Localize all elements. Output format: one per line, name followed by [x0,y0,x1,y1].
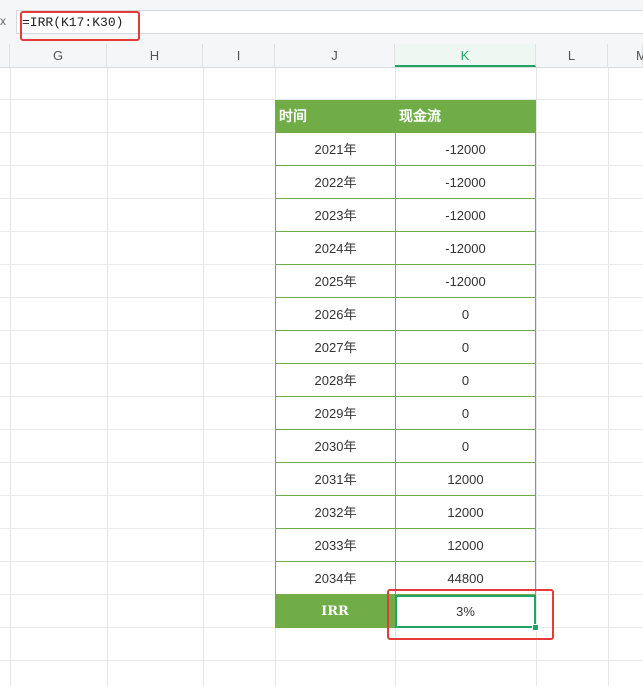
column-header-m[interactable]: M [608,44,643,67]
table-cell-cashflow[interactable]: 0 [395,397,536,430]
table-cell-year[interactable]: 2034年 [275,562,395,595]
table-cell-year[interactable]: 2029年 [275,397,395,430]
table-cell-year[interactable]: 2026年 [275,298,395,331]
column-header-i[interactable]: I [203,44,275,67]
column-header-k[interactable]: K [395,44,536,67]
formula-highlight-box [20,11,140,41]
column-header-h[interactable]: H [107,44,203,67]
column-header-left-stub [0,44,10,67]
table-cell-year[interactable]: 2030年 [275,430,395,463]
table-cell-cashflow[interactable]: -12000 [395,133,536,166]
table-cell-cashflow[interactable]: 0 [395,298,536,331]
table-cell-year[interactable]: 2032年 [275,496,395,529]
table-header-time[interactable]: 时间 [275,100,395,133]
table-cell-year[interactable]: 2028年 [275,364,395,397]
irr-highlight-box [387,589,554,640]
table-cell-cashflow[interactable]: 0 [395,364,536,397]
table-cell-year[interactable]: 2027年 [275,331,395,364]
table-cell-cashflow[interactable]: -12000 [395,232,536,265]
table-cell-year[interactable]: 2024年 [275,232,395,265]
table-cell-year[interactable]: 2033年 [275,529,395,562]
fx-label: x [0,14,6,28]
table-cell-cashflow[interactable]: 12000 [395,529,536,562]
column-header-j[interactable]: J [275,44,395,67]
table-header-cashflow[interactable]: 现金流 [395,100,536,133]
table-cell-cashflow[interactable]: 12000 [395,496,536,529]
table-cell-cashflow[interactable]: -12000 [395,265,536,298]
irr-label-cell[interactable]: IRR [275,595,395,628]
table-cell-cashflow[interactable]: -12000 [395,166,536,199]
table-cell-cashflow[interactable]: -12000 [395,199,536,232]
column-header-row: G H I J K L M [0,44,643,68]
table-cell-year[interactable]: 2021年 [275,133,395,166]
table-cell-year[interactable]: 2025年 [275,265,395,298]
table-cell-year[interactable]: 2022年 [275,166,395,199]
column-header-g[interactable]: G [10,44,107,67]
formula-bar: x =IRR(K17:K30) [0,0,643,45]
table-cell-cashflow[interactable]: 0 [395,331,536,364]
table-cell-cashflow[interactable]: 0 [395,430,536,463]
column-header-l[interactable]: L [536,44,608,67]
table-cell-cashflow[interactable]: 12000 [395,463,536,496]
table-cell-year[interactable]: 2031年 [275,463,395,496]
table-cell-year[interactable]: 2023年 [275,199,395,232]
